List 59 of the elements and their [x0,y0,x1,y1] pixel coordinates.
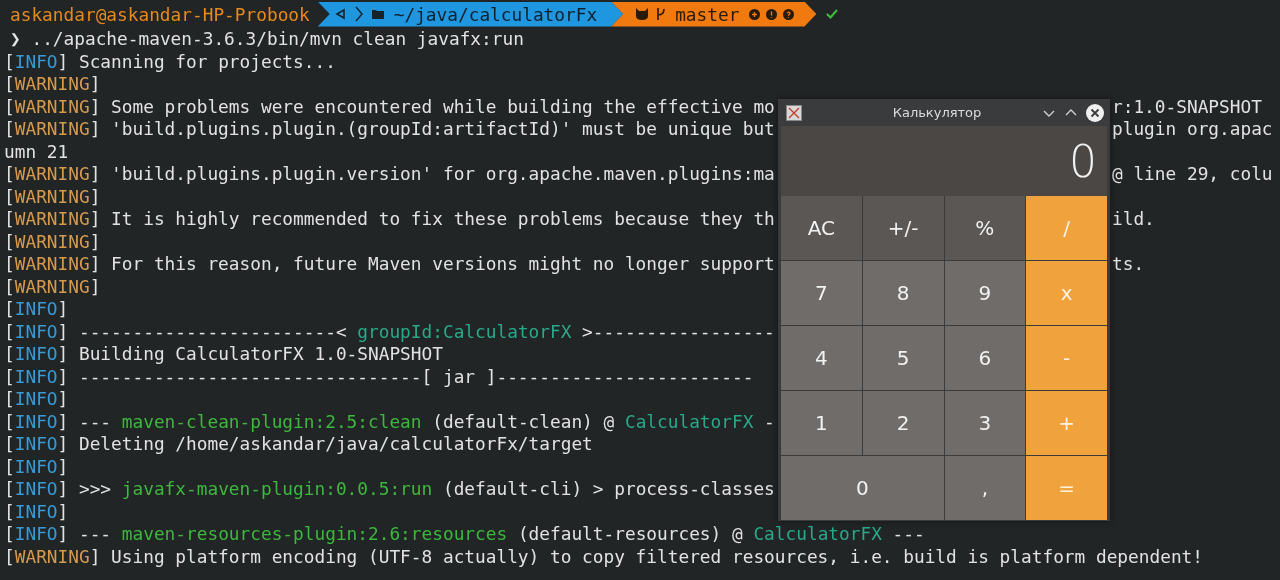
close-button[interactable] [1086,103,1104,122]
terminal-line: plugin org.apac [1112,118,1273,141]
terminal-line: [INFO] --------------------------------[ jar ]------------------------ [4,365,754,388]
calculator-key[interactable]: AC [781,196,862,260]
calculator-key[interactable]: 0 [781,456,944,520]
folder-icon [371,9,384,19]
terminal-line: [INFO] Deleting /home/askandar/java/calculatorFx/target [4,433,593,456]
terminal-line: [WARNING] [4,275,101,298]
terminal-line: umn 21 [4,140,69,163]
branch-icon [655,6,668,22]
terminal-line: @ line 29, colu [1112,163,1273,186]
calculator-key[interactable]: 4 [781,326,862,390]
terminal-line: [INFO] [4,298,69,321]
terminal-line: [INFO] [4,388,69,411]
terminal-line: [INFO] ------------------------< groupId:CalculatorFX >----------------- [4,320,775,343]
prompt-user: askandar@askandar-HP-Probook [9,3,311,25]
terminal-line: [WARNING] Using platform encoding (UTF-8 actually) to copy filtered resources, i.e. build is platform dependent! [4,545,1203,568]
terminal-line: [INFO] [4,500,69,523]
calculator-key[interactable]: 5 [862,326,944,390]
terminal-line: [INFO] --- maven-resources-plugin:2.6:resources (default-resources) @ CalculatorFX --- [4,523,925,546]
calculator-key[interactable]: 1 [781,391,862,455]
chevron-icon [353,6,364,22]
terminal-line: r:1.0-SNAPSHOT [1112,95,1262,118]
terminal-line: [INFO] --- maven-clean-plugin:2.5:clean (default-clean) @ CalculatorFX - [4,410,775,433]
terminal-line: ild. [1112,208,1155,231]
calculator-key[interactable]: 2 [862,391,944,455]
display-value: 0 [1069,135,1097,187]
terminal-line: ts. [1112,253,1145,276]
calculator-key[interactable]: 8 [862,261,944,325]
window-title: Калькулятор [891,105,983,120]
terminal-line: [WARNING] 'build.plugins.plugin.version' for org.apache.maven.plugins:ma [4,163,776,186]
calculator-key[interactable]: +/- [862,196,944,260]
terminal-line: [WARNING] [4,230,101,253]
terminal-line: [INFO] Scanning for projects... [4,50,336,73]
terminal-line: [WARNING] [4,73,101,96]
calculator-key[interactable]: 6 [944,326,1026,390]
terminal-line: [WARNING] [4,185,101,208]
terminal-line: [WARNING] 'build.plugins.plugin.(groupId:artifactId)' must be unique but [4,118,776,141]
git-segment: master [611,1,817,27]
check-icon [826,9,839,19]
exclamation-circle-icon [766,8,778,20]
calculator-key[interactable]: 3 [944,391,1026,455]
terminal-line: [WARNING] It is highly recommended to fix these problems because they th [4,208,776,231]
cat-icon [635,8,650,20]
terminal-line: [INFO] >>> javafx-maven-plugin:0.0.5:run (default-cli) > process-classes [4,478,775,501]
terminal-line: [WARNING] Some problems were encountered while building the effective mo [4,95,776,118]
plus-circle-icon [749,8,761,20]
terminal-line: [INFO] [4,455,69,478]
path-segment: ~/java/calculatorFx [317,1,624,27]
terminal-line: [WARNING] For this reason, future Maven versions might no longer support [4,253,776,276]
terminal-line: [INFO] Building CalculatorFX 1.0-SNAPSHOT [4,343,443,366]
app-icon [786,104,802,121]
calculator-key[interactable]: % [944,196,1026,260]
calculator-key[interactable]: 9 [944,261,1026,325]
command-line: ❯ ../apache-maven-3.6.3/bin/mvn clean javafx:run [9,28,524,51]
calculator-key[interactable]: , [944,456,1026,520]
calculator-key[interactable]: 7 [781,261,862,325]
question-circle-icon [783,8,795,20]
triangle-icon [333,8,346,20]
